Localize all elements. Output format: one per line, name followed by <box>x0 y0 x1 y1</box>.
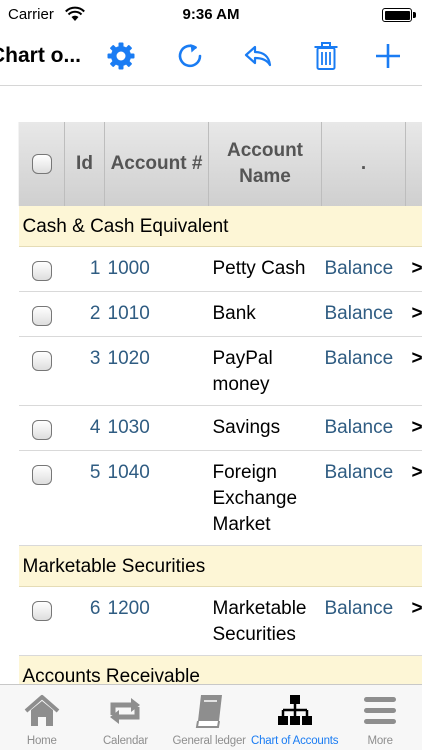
balance-link[interactable]: Balance <box>321 246 406 292</box>
row-account-number[interactable]: 1010 <box>104 291 209 337</box>
tab-label: General ledger <box>172 735 246 747</box>
accounts-table: Id Account # Account Name . . Cash & Cas… <box>18 122 422 684</box>
header-column-5[interactable]: . <box>321 122 406 206</box>
row-checkbox[interactable] <box>31 464 52 485</box>
tab-label: Home <box>26 735 57 747</box>
row-checkbox[interactable] <box>31 260 52 281</box>
reply-button[interactable] <box>240 38 276 74</box>
chevron-right-icon[interactable]: > <box>405 291 422 337</box>
refresh-icon <box>178 44 202 68</box>
table-row[interactable]: 3 1020 PayPal money Balance > <box>18 336 422 406</box>
table-header-row: Id Account # Account Name . . <box>18 122 422 206</box>
status-bar: Carrier 9:36 AM <box>0 0 422 30</box>
tab-calendar[interactable]: Calendar <box>84 685 168 750</box>
accounts-table-container[interactable]: Id Account # Account Name . . Cash & Cas… <box>18 122 422 684</box>
row-account-number[interactable]: 1000 <box>104 246 209 292</box>
chevron-right-icon[interactable]: > <box>405 450 422 546</box>
settings-button[interactable] <box>103 38 139 74</box>
book-icon <box>195 695 223 728</box>
row-id[interactable]: 4 <box>64 405 105 451</box>
group-row: Accounts Receivable <box>18 655 422 684</box>
balance-link[interactable]: Balance <box>321 291 406 337</box>
trash-icon <box>314 42 338 70</box>
balance-link[interactable]: Balance <box>321 450 406 546</box>
chevron-right-icon[interactable]: > <box>405 405 422 451</box>
balance-link[interactable]: Balance <box>321 405 406 451</box>
navigation-bar: Chart o... <box>0 30 422 86</box>
balance-link[interactable]: Balance <box>321 586 406 656</box>
plus-icon <box>376 44 400 68</box>
row-account-name: Foreign Exchange Market <box>208 450 322 546</box>
row-account-number[interactable]: 1020 <box>104 336 209 406</box>
row-checkbox[interactable] <box>31 305 52 326</box>
add-button[interactable] <box>370 38 406 74</box>
menu-icon <box>364 697 397 724</box>
group-row: Cash & Cash Equivalent <box>18 206 422 247</box>
row-id[interactable]: 5 <box>64 450 105 546</box>
refresh-button[interactable] <box>172 38 208 74</box>
tab-label: Calendar <box>102 735 149 747</box>
delete-button[interactable] <box>308 38 344 74</box>
home-icon <box>24 695 60 726</box>
select-all-checkbox[interactable] <box>31 153 52 174</box>
row-id[interactable]: 6 <box>64 586 105 656</box>
reply-icon <box>244 45 272 67</box>
row-account-name: Marketable Securities <box>208 586 322 656</box>
row-id[interactable]: 1 <box>64 246 105 292</box>
org-chart-icon <box>277 695 312 725</box>
header-account-name[interactable]: Account Name <box>208 122 322 206</box>
table-row[interactable]: 6 1200 Marketable Securities Balance > <box>18 586 422 656</box>
chevron-right-icon[interactable]: > <box>405 246 422 292</box>
row-checkbox[interactable] <box>31 419 52 440</box>
chevron-right-icon[interactable]: > <box>405 336 422 406</box>
row-account-name: Petty Cash <box>208 246 322 292</box>
group-label: Marketable Securities <box>18 545 422 587</box>
header-select-all[interactable] <box>18 122 65 206</box>
header-account-number[interactable]: Account # <box>104 122 209 206</box>
tab-home[interactable]: Home <box>0 685 84 750</box>
row-account-number[interactable]: 1030 <box>104 405 209 451</box>
table-row[interactable]: 4 1030 Savings Balance > <box>18 405 422 451</box>
row-account-name: Bank <box>208 291 322 337</box>
header-column-6[interactable]: . <box>405 122 422 206</box>
row-checkbox[interactable] <box>31 350 52 371</box>
group-row: Marketable Securities <box>18 545 422 587</box>
repeat-icon <box>110 698 141 724</box>
tab-label: Chart of Accounts <box>250 735 339 747</box>
tab-general-ledger[interactable]: General ledger <box>167 685 251 750</box>
page-title: Chart o... <box>0 44 82 67</box>
group-label: Accounts Receivable <box>18 655 422 684</box>
table-row[interactable]: 2 1010 Bank Balance > <box>18 291 422 337</box>
row-id[interactable]: 2 <box>64 291 105 337</box>
group-label: Cash & Cash Equivalent <box>18 206 422 247</box>
tab-bar: Home Calendar General ledger Chart of Ac… <box>0 684 422 750</box>
gear-icon <box>107 42 135 70</box>
table-row[interactable]: 5 1040 Foreign Exchange Market Balance > <box>18 450 422 546</box>
clock: 9:36 AM <box>182 6 240 23</box>
balance-link[interactable]: Balance <box>321 336 406 406</box>
row-account-number[interactable]: 1200 <box>104 586 209 656</box>
header-id[interactable]: Id <box>64 122 105 206</box>
row-account-number[interactable]: 1040 <box>104 450 209 546</box>
tab-label: More <box>367 735 393 747</box>
table-row[interactable]: 1 1000 Petty Cash Balance > <box>18 246 422 292</box>
tab-chart-of-accounts[interactable]: Chart of Accounts <box>250 685 339 750</box>
row-id[interactable]: 3 <box>64 336 105 406</box>
chevron-right-icon[interactable]: > <box>405 586 422 656</box>
tab-more[interactable]: More <box>338 685 422 750</box>
row-account-name: Savings <box>208 405 322 451</box>
row-account-name: PayPal money <box>208 336 322 406</box>
battery-icon <box>382 8 416 22</box>
row-checkbox[interactable] <box>31 600 52 621</box>
